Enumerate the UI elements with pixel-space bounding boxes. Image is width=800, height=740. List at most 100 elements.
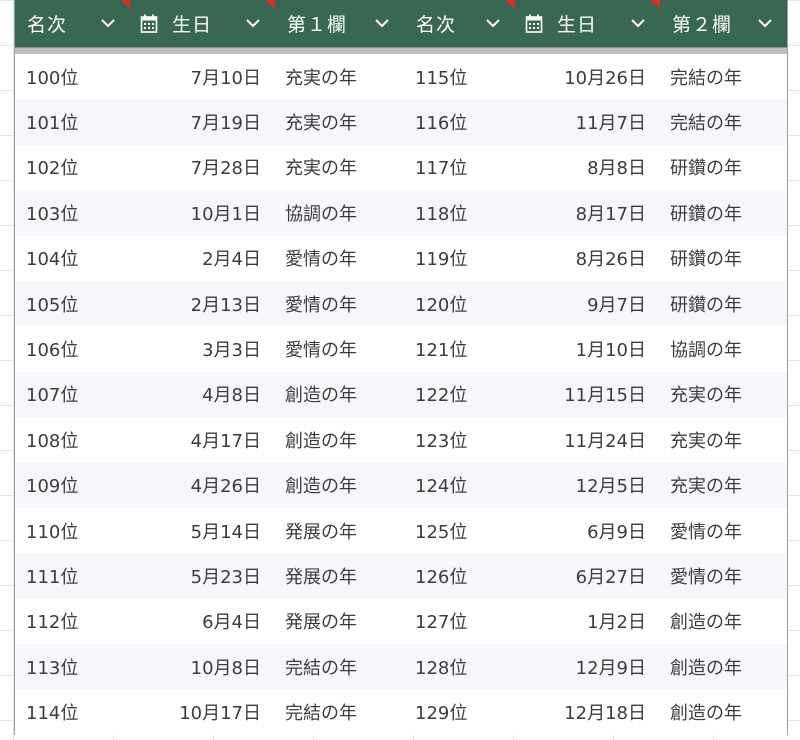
rank-cell[interactable]: 125位 [404, 518, 515, 544]
birthday-cell[interactable]: 10月8日 [130, 654, 275, 680]
chevron-down-icon[interactable] [372, 13, 392, 33]
birthday-cell[interactable]: 7月19日 [130, 109, 275, 135]
birthday-cell[interactable]: 11月15日 [515, 381, 660, 407]
chevron-down-icon[interactable] [483, 13, 503, 33]
birthday-cell[interactable]: 2月13日 [130, 291, 275, 317]
category-cell[interactable]: 充実の年 [660, 427, 787, 453]
category-cell[interactable]: 創造の年 [660, 654, 787, 680]
birthday-cell[interactable]: 7月28日 [130, 154, 275, 180]
category-cell[interactable]: 充実の年 [660, 381, 787, 407]
rank-cell[interactable]: 118位 [404, 200, 515, 226]
birthday-cell[interactable]: 11月7日 [515, 109, 660, 135]
rank-cell[interactable]: 124位 [404, 472, 515, 498]
rank-cell[interactable]: 116位 [404, 109, 515, 135]
category-cell[interactable]: 創造の年 [660, 608, 787, 634]
frozen-row-divider[interactable] [15, 47, 787, 54]
rank-cell[interactable]: 121位 [404, 336, 515, 362]
rank-cell[interactable]: 105位 [15, 291, 130, 317]
category-cell[interactable]: 協調の年 [660, 336, 787, 362]
birthday-cell[interactable]: 6月4日 [130, 608, 275, 634]
birthday-cell[interactable]: 10月17日 [130, 699, 275, 725]
rank-cell[interactable]: 114位 [15, 699, 130, 725]
category-cell[interactable]: 発展の年 [275, 563, 404, 589]
category-cell[interactable]: 協調の年 [275, 200, 404, 226]
category-cell[interactable]: 愛情の年 [275, 291, 404, 317]
rank-cell[interactable]: 102位 [15, 154, 130, 180]
birthday-cell[interactable]: 1月2日 [515, 608, 660, 634]
category-cell[interactable]: 充実の年 [275, 109, 404, 135]
rank-cell[interactable]: 111位 [15, 563, 130, 589]
category-cell[interactable]: 創造の年 [275, 472, 404, 498]
birthday-cell[interactable]: 4月26日 [130, 472, 275, 498]
birthday-cell[interactable]: 12月18日 [515, 699, 660, 725]
birthday-cell[interactable]: 12月5日 [515, 472, 660, 498]
rank-cell[interactable]: 112位 [15, 608, 130, 634]
rank-cell[interactable]: 107位 [15, 381, 130, 407]
birthday-cell[interactable]: 11月24日 [515, 427, 660, 453]
rank-cell[interactable]: 103位 [15, 200, 130, 226]
category-cell[interactable]: 完結の年 [275, 654, 404, 680]
rank-cell[interactable]: 127位 [404, 608, 515, 634]
birthday-cell[interactable]: 8月8日 [515, 154, 660, 180]
birthday-cell[interactable]: 5月23日 [130, 563, 275, 589]
rank-cell[interactable]: 108位 [15, 427, 130, 453]
rank-cell[interactable]: 106位 [15, 336, 130, 362]
chevron-down-icon[interactable] [98, 13, 118, 33]
birthday-cell[interactable]: 4月8日 [130, 381, 275, 407]
birthday-cell[interactable]: 6月27日 [515, 563, 660, 589]
rank-cell[interactable]: 110位 [15, 518, 130, 544]
rank-cell[interactable]: 117位 [404, 154, 515, 180]
birthday-cell[interactable]: 9月7日 [515, 291, 660, 317]
birthday-cell[interactable]: 2月4日 [130, 245, 275, 271]
category-cell[interactable]: 充実の年 [275, 154, 404, 180]
rank-cell[interactable]: 115位 [404, 64, 515, 90]
rank-cell[interactable]: 100位 [15, 64, 130, 90]
birthday-cell[interactable]: 12月9日 [515, 654, 660, 680]
rank-cell[interactable]: 113位 [15, 654, 130, 680]
category-cell[interactable]: 愛情の年 [660, 518, 787, 544]
category-cell[interactable]: 愛情の年 [275, 245, 404, 271]
header-rank-2[interactable]: 名次 [404, 0, 515, 47]
rank-cell[interactable]: 101位 [15, 109, 130, 135]
rank-cell[interactable]: 123位 [404, 427, 515, 453]
rank-cell[interactable]: 119位 [404, 245, 515, 271]
category-cell[interactable]: 研鑽の年 [660, 154, 787, 180]
birthday-cell[interactable]: 5月14日 [130, 518, 275, 544]
birthday-cell[interactable]: 8月17日 [515, 200, 660, 226]
birthday-cell[interactable]: 6月9日 [515, 518, 660, 544]
category-cell[interactable]: 愛情の年 [275, 336, 404, 362]
header-rank-1[interactable]: 名次 [15, 0, 130, 47]
rank-cell[interactable]: 126位 [404, 563, 515, 589]
header-birthday-1[interactable]: 生日 [130, 0, 275, 47]
rank-cell[interactable]: 104位 [15, 245, 130, 271]
rank-cell[interactable]: 109位 [15, 472, 130, 498]
category-cell[interactable]: 研鑽の年 [660, 291, 787, 317]
birthday-cell[interactable]: 4月17日 [130, 427, 275, 453]
category-cell[interactable]: 充実の年 [660, 472, 787, 498]
birthday-cell[interactable]: 1月10日 [515, 336, 660, 362]
category-cell[interactable]: 発展の年 [275, 608, 404, 634]
category-cell[interactable]: 研鑽の年 [660, 200, 787, 226]
rank-cell[interactable]: 128位 [404, 654, 515, 680]
category-cell[interactable]: 完結の年 [660, 64, 787, 90]
rank-cell[interactable]: 129位 [404, 699, 515, 725]
header-column-1[interactable]: 第１欄 [275, 0, 404, 47]
chevron-down-icon[interactable] [243, 13, 263, 33]
header-column-2[interactable]: 第２欄 [660, 0, 787, 47]
category-cell[interactable]: 創造の年 [275, 381, 404, 407]
category-cell[interactable]: 完結の年 [275, 699, 404, 725]
birthday-cell[interactable]: 8月26日 [515, 245, 660, 271]
birthday-cell[interactable]: 7月10日 [130, 64, 275, 90]
rank-cell[interactable]: 122位 [404, 381, 515, 407]
category-cell[interactable]: 発展の年 [275, 518, 404, 544]
category-cell[interactable]: 完結の年 [660, 109, 787, 135]
header-birthday-2[interactable]: 生日 [515, 0, 660, 47]
birthday-cell[interactable]: 10月1日 [130, 200, 275, 226]
category-cell[interactable]: 創造の年 [660, 699, 787, 725]
category-cell[interactable]: 充実の年 [275, 64, 404, 90]
chevron-down-icon[interactable] [755, 13, 775, 33]
birthday-cell[interactable]: 10月26日 [515, 64, 660, 90]
category-cell[interactable]: 愛情の年 [660, 563, 787, 589]
chevron-down-icon[interactable] [628, 13, 648, 33]
rank-cell[interactable]: 120位 [404, 291, 515, 317]
